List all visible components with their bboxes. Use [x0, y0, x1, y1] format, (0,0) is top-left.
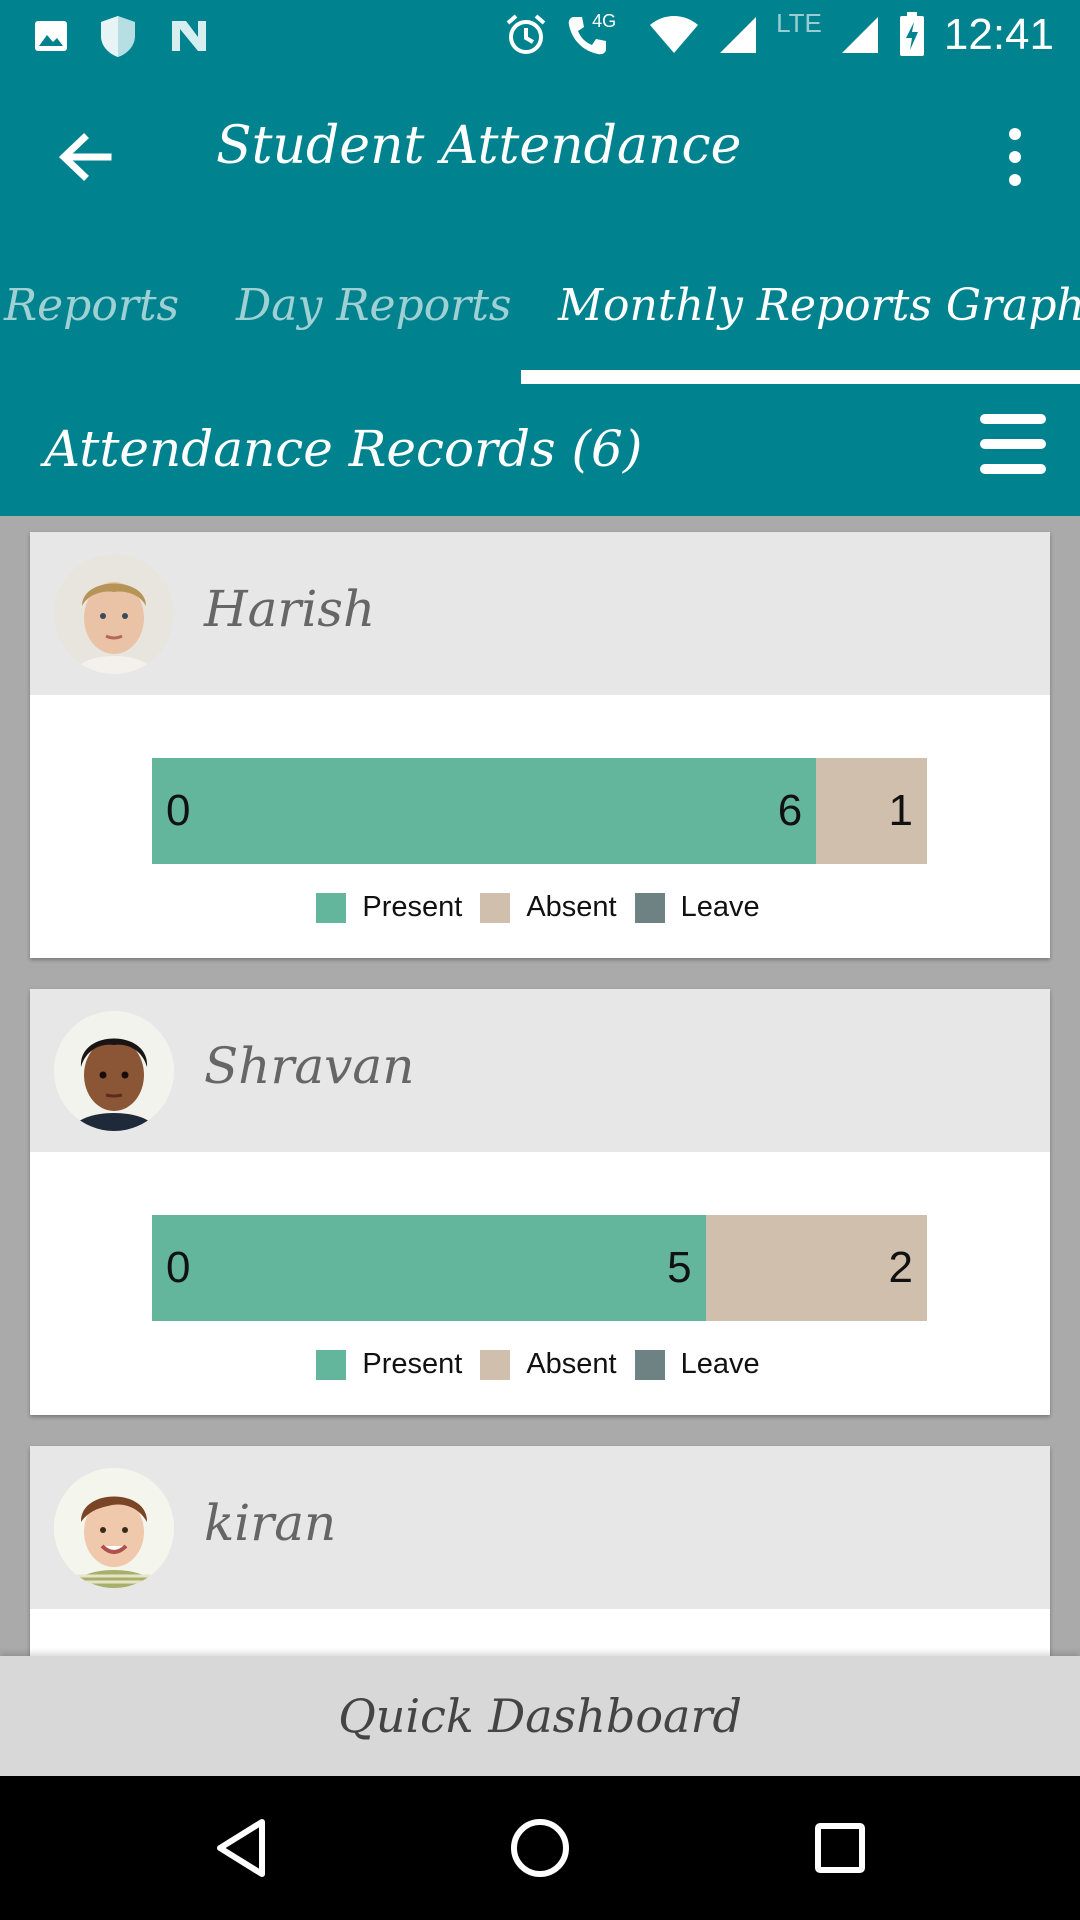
- absent-value-label: 1: [888, 786, 913, 835]
- app-title: Student Attendance: [216, 116, 742, 176]
- avatar: [54, 1011, 174, 1131]
- chart-legend: Present Absent Leave: [30, 1348, 1050, 1381]
- legend-present: Present: [362, 1348, 463, 1380]
- absent-segment: 1: [816, 758, 927, 864]
- signal-icon: [841, 17, 878, 53]
- section-header: Attendance Records (6): [0, 384, 1080, 516]
- tab-reports[interactable]: Reports: [4, 280, 179, 331]
- tab-bar: Reports Day Reports Monthly Reports Grap…: [0, 238, 1080, 384]
- attendance-chart: 0 5 2 Present Absent Leave: [30, 1152, 1050, 1415]
- student-card-header: Shravan: [30, 989, 1050, 1152]
- stacked-bar: 0 5 2: [152, 1215, 927, 1321]
- present-segment: 0 5: [152, 1215, 706, 1321]
- section-title: Attendance Records (6): [44, 420, 643, 478]
- present-value-label: 6: [777, 786, 803, 835]
- app-bar: Student Attendance: [0, 72, 1080, 238]
- hamburger-icon-line: [980, 439, 1046, 449]
- battery-charging-icon: [899, 12, 924, 56]
- chart-legend: Present Absent Leave: [30, 891, 1050, 924]
- network-type-label: 4G: [592, 10, 617, 31]
- hamburger-icon-line: [980, 464, 1046, 474]
- home-circle-icon: [511, 1819, 569, 1877]
- legend-leave: Leave: [680, 891, 760, 923]
- attendance-chart: 0 6 1 Present Absent Leave: [30, 695, 1050, 958]
- back-button[interactable]: [50, 122, 120, 192]
- wifi-icon: [650, 16, 699, 53]
- bar-start-label: 0: [166, 1243, 191, 1292]
- stacked-bar: 0 6 1: [152, 758, 927, 864]
- student-card[interactable]: kiran: [30, 1446, 1050, 1656]
- recents-square-icon: [815, 1823, 865, 1873]
- student-name: Harish: [204, 580, 376, 638]
- arrow-back-icon: [58, 133, 112, 181]
- attendance-chart: [30, 1609, 1050, 1656]
- clock: 12:41: [943, 10, 1054, 59]
- leave-swatch: [634, 892, 665, 923]
- avatar: [54, 1468, 174, 1588]
- n-icon: [172, 21, 206, 51]
- absent-segment: 2: [705, 1215, 927, 1321]
- student-card-header: kiran: [30, 1446, 1050, 1609]
- alarm-icon: [506, 14, 546, 54]
- back-triangle-icon: [217, 1819, 265, 1877]
- tab-day-reports[interactable]: Day Reports: [236, 280, 511, 331]
- absent-swatch: [480, 892, 511, 923]
- nav-recents-button[interactable]: [804, 1812, 876, 1884]
- legend-absent: Absent: [526, 891, 617, 923]
- legend-leave: Leave: [680, 1348, 760, 1380]
- avatar: [54, 554, 174, 674]
- attendance-list[interactable]: Harish 0 6 1 Present Absent Leave Shrava…: [0, 516, 1080, 1656]
- bar-start-label: 0: [166, 786, 191, 835]
- student-card-header: Harish: [30, 532, 1050, 695]
- present-segment: 0 6: [152, 758, 817, 864]
- student-card[interactable]: Shravan 0 5 2 Present Absent Leave: [30, 989, 1050, 1415]
- present-swatch: [316, 1349, 347, 1380]
- shield-icon: [101, 16, 135, 57]
- lte-label: LTE: [776, 7, 822, 38]
- student-name: kiran: [204, 1494, 337, 1552]
- present-swatch: [316, 892, 347, 923]
- legend-absent: Absent: [526, 1348, 617, 1380]
- present-value-label: 5: [667, 1243, 692, 1292]
- hamburger-menu-button[interactable]: [980, 414, 1046, 480]
- signal-icon: [720, 17, 757, 53]
- tab-monthly-reports-graphs[interactable]: Monthly Reports Graphs: [558, 280, 1080, 331]
- quick-dashboard-button[interactable]: Quick Dashboard: [0, 1656, 1080, 1776]
- more-vert-icon: [1009, 128, 1021, 186]
- status-bar: 4G LTE 12:41: [0, 0, 1080, 72]
- absent-swatch: [480, 1349, 511, 1380]
- student-name: Shravan: [204, 1037, 415, 1095]
- nav-home-button[interactable]: [504, 1812, 576, 1884]
- legend-present: Present: [362, 891, 463, 923]
- system-nav-bar: [0, 1776, 1080, 1920]
- nav-back-button[interactable]: [206, 1812, 278, 1884]
- overflow-menu-button[interactable]: [1000, 122, 1030, 192]
- student-card[interactable]: Harish 0 6 1 Present Absent Leave: [30, 532, 1050, 958]
- image-icon: [35, 21, 67, 51]
- leave-swatch: [634, 1349, 665, 1380]
- hamburger-icon: [980, 414, 1046, 424]
- tab-indicator: [521, 370, 1080, 384]
- absent-value-label: 2: [888, 1243, 913, 1292]
